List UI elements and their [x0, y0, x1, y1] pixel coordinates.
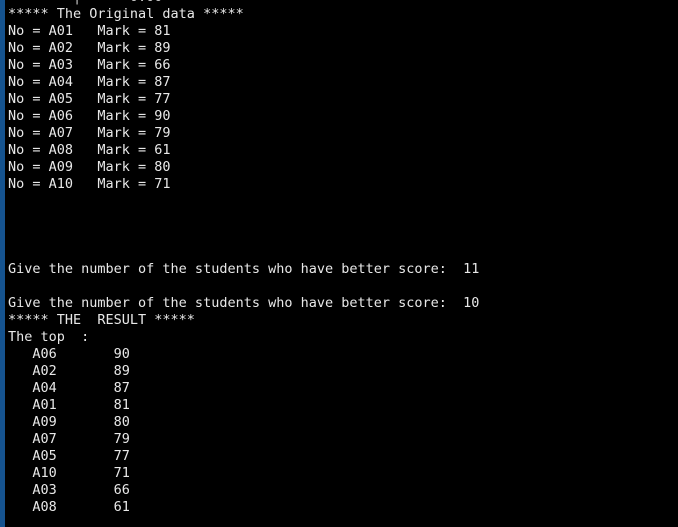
data-row: No = A07 Mark = 79	[8, 125, 171, 141]
data-row: No = A10 Mark = 71	[8, 176, 171, 192]
original-data-header: ***** The Original data *****	[8, 6, 244, 22]
data-row: No = A02 Mark = 89	[8, 40, 171, 56]
result-header: ***** THE RESULT *****	[8, 312, 195, 328]
data-row: No = A08 Mark = 61	[8, 142, 171, 158]
result-row: A06 90	[8, 346, 130, 362]
result-label: The top :	[8, 329, 90, 345]
result-row: A02 89	[8, 363, 130, 379]
result-row: A05 77	[8, 448, 130, 464]
console-output-text: ***** The Original data ***** No = A01 M…	[0, 6, 678, 516]
data-row: No = A09 Mark = 80	[8, 159, 171, 175]
data-row: No = A04 Mark = 87	[8, 74, 171, 90]
result-row: A01 81	[8, 397, 130, 413]
data-row: No = A06 Mark = 90	[8, 108, 171, 124]
console-left-gutter	[0, 0, 5, 527]
data-row: No = A01 Mark = 81	[8, 23, 171, 39]
prompt-line-1: Give the number of the students who have…	[8, 261, 480, 277]
result-row: A03 66	[8, 482, 130, 498]
data-row: No = A05 Mark = 77	[8, 91, 171, 107]
result-row: A10 71	[8, 465, 130, 481]
result-row: A04 87	[8, 380, 130, 396]
data-row: No = A03 Mark = 66	[8, 57, 171, 73]
result-row: A09 80	[8, 414, 130, 430]
console-window[interactable]: | 0.00 ***** The Original data ***** No …	[0, 0, 678, 527]
result-row: A07 79	[8, 431, 130, 447]
result-row: A08 61	[8, 499, 130, 515]
prompt-line-2: Give the number of the students who have…	[8, 295, 480, 311]
